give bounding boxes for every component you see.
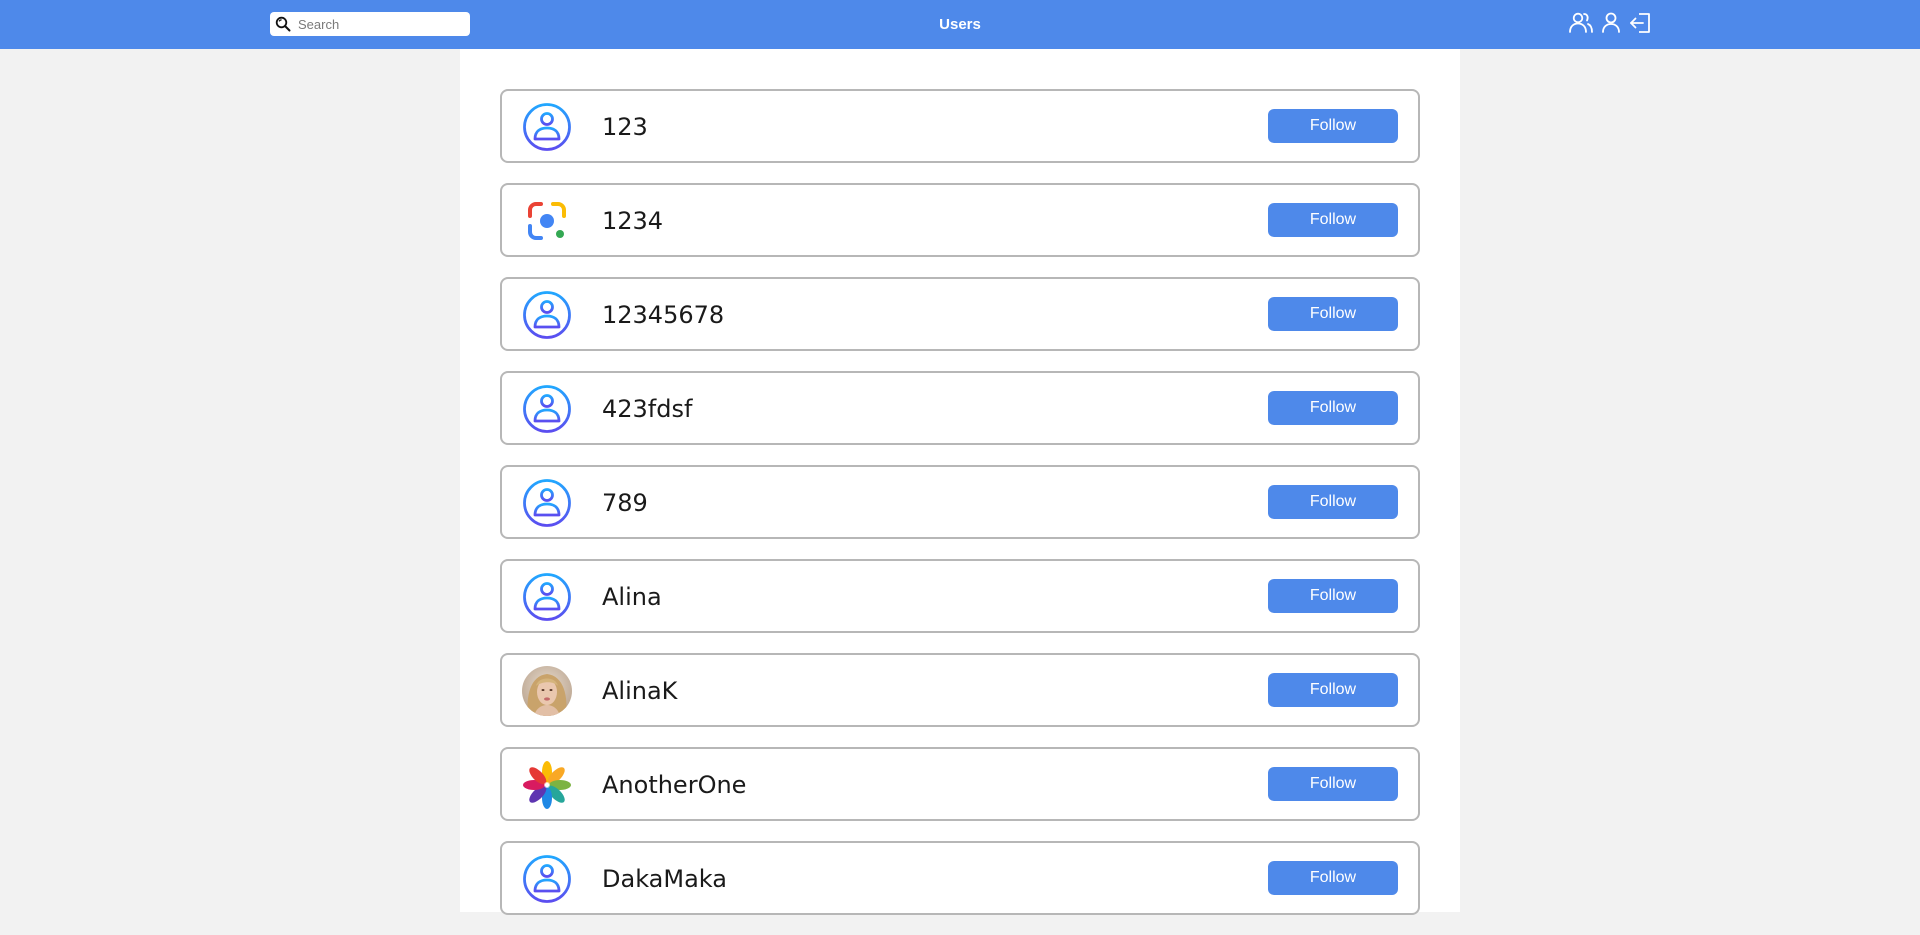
- user-card: AnotherOne Follow: [500, 747, 1420, 821]
- follow-button[interactable]: Follow: [1268, 109, 1398, 143]
- user-list: 123 Follow 1234 Follow 12345678 Follow 4…: [500, 89, 1420, 935]
- top-bar: Users: [0, 0, 1920, 49]
- user-card: DakaMaka Follow: [500, 841, 1420, 915]
- users-icon[interactable]: [1568, 10, 1594, 36]
- username: AlinaK: [602, 677, 678, 705]
- username: DakaMaka: [602, 865, 727, 893]
- default-avatar-icon: [522, 290, 572, 340]
- follow-button[interactable]: Follow: [1268, 861, 1398, 895]
- profile-icon[interactable]: [1598, 10, 1624, 36]
- username: 789: [602, 489, 648, 517]
- lens-avatar-icon: [522, 196, 572, 246]
- page-title: Users: [939, 16, 981, 33]
- main-content: 123 Follow 1234 Follow 12345678 Follow 4…: [460, 49, 1460, 915]
- flower-avatar-icon: [522, 760, 572, 810]
- follow-button[interactable]: Follow: [1268, 673, 1398, 707]
- search-box[interactable]: [270, 12, 470, 36]
- user-card: 423fdsf Follow: [500, 371, 1420, 445]
- user-card: 123 Follow: [500, 89, 1420, 163]
- user-card: Alina Follow: [500, 559, 1420, 633]
- follow-button[interactable]: Follow: [1268, 391, 1398, 425]
- default-avatar-icon: [522, 572, 572, 622]
- username: Alina: [602, 583, 662, 611]
- default-avatar-icon: [522, 854, 572, 904]
- follow-button[interactable]: Follow: [1268, 767, 1398, 801]
- logout-icon[interactable]: [1628, 10, 1654, 36]
- photo-avatar: [522, 666, 572, 716]
- follow-button[interactable]: Follow: [1268, 203, 1398, 237]
- follow-button[interactable]: Follow: [1268, 297, 1398, 331]
- user-card: 1234 Follow: [500, 183, 1420, 257]
- search-input[interactable]: [298, 14, 464, 34]
- default-avatar-icon: [522, 384, 572, 434]
- nav-icons: [1568, 10, 1654, 36]
- username: 123: [602, 113, 648, 141]
- search-icon: [275, 16, 291, 32]
- user-card: 12345678 Follow: [500, 277, 1420, 351]
- user-card: AlinaK Follow: [500, 653, 1420, 727]
- username: AnotherOne: [602, 771, 747, 799]
- follow-button[interactable]: Follow: [1268, 579, 1398, 613]
- follow-button[interactable]: Follow: [1268, 485, 1398, 519]
- default-avatar-icon: [522, 102, 572, 152]
- default-avatar-icon: [522, 478, 572, 528]
- username: 1234: [602, 207, 664, 235]
- username: 12345678: [602, 301, 725, 329]
- username: 423fdsf: [602, 395, 693, 423]
- user-card: 789 Follow: [500, 465, 1420, 539]
